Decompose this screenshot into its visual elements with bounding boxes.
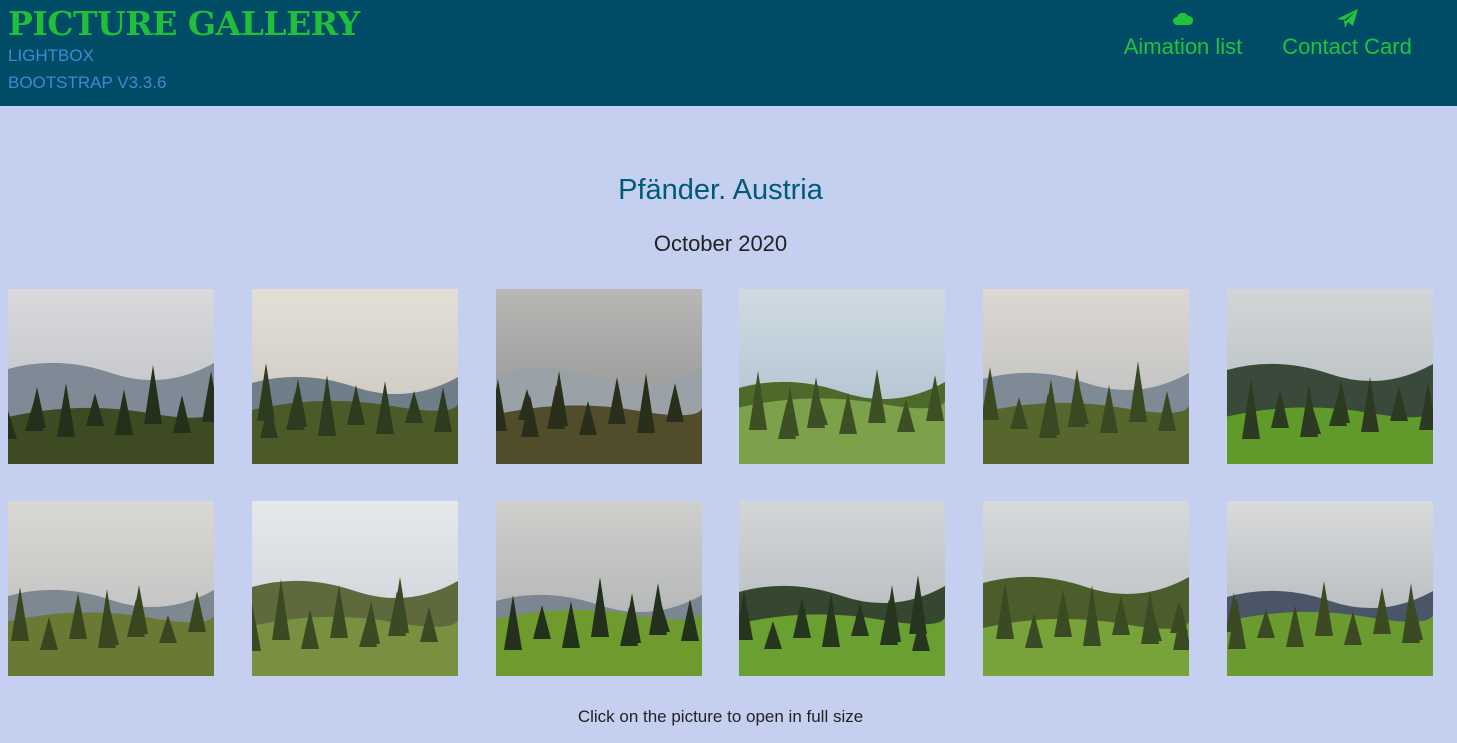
- nav-contact-card-label: Contact Card: [1282, 34, 1412, 59]
- gallery-thumbnail[interactable]: [983, 501, 1189, 676]
- brand-title[interactable]: PICTURE GALLERY: [8, 4, 360, 43]
- gallery-thumbnail[interactable]: [739, 501, 945, 676]
- gallery-thumbnail[interactable]: [496, 501, 702, 676]
- brand-subtitle-bootstrap: BOOTSTRAP V3.3.6: [8, 73, 167, 92]
- gallery-thumbnail[interactable]: [496, 289, 702, 464]
- gallery-thumbnail[interactable]: [8, 501, 214, 676]
- gallery-thumbnail[interactable]: [8, 289, 214, 464]
- gallery-thumbnail[interactable]: [252, 289, 458, 464]
- gallery-thumbnail[interactable]: [983, 289, 1189, 464]
- paper-plane-icon: [1276, 8, 1418, 34]
- gallery-title: Pfänder. Austria: [618, 174, 823, 206]
- gallery-thumbnail[interactable]: [252, 501, 458, 676]
- nav-animation-list-label: Aimation list: [1123, 34, 1243, 59]
- nav-animation-list[interactable]: Aimation list: [1120, 8, 1246, 60]
- gallery-thumbnail[interactable]: [1227, 501, 1433, 676]
- nav-contact-card[interactable]: Contact Card: [1276, 8, 1418, 60]
- gallery-date: October 2020: [653, 231, 788, 256]
- gallery-thumbnail[interactable]: [1227, 289, 1433, 464]
- navbar: PICTURE GALLERY LIGHTBOX BOOTSTRAP V3.3.…: [0, 0, 1457, 106]
- brand-subtitle-lightbox: LIGHTBOX: [8, 46, 94, 65]
- gallery-thumbnail[interactable]: [739, 289, 945, 464]
- gallery-instruction: Click on the picture to open in full siz…: [577, 707, 864, 726]
- cloud-icon: [1120, 8, 1246, 34]
